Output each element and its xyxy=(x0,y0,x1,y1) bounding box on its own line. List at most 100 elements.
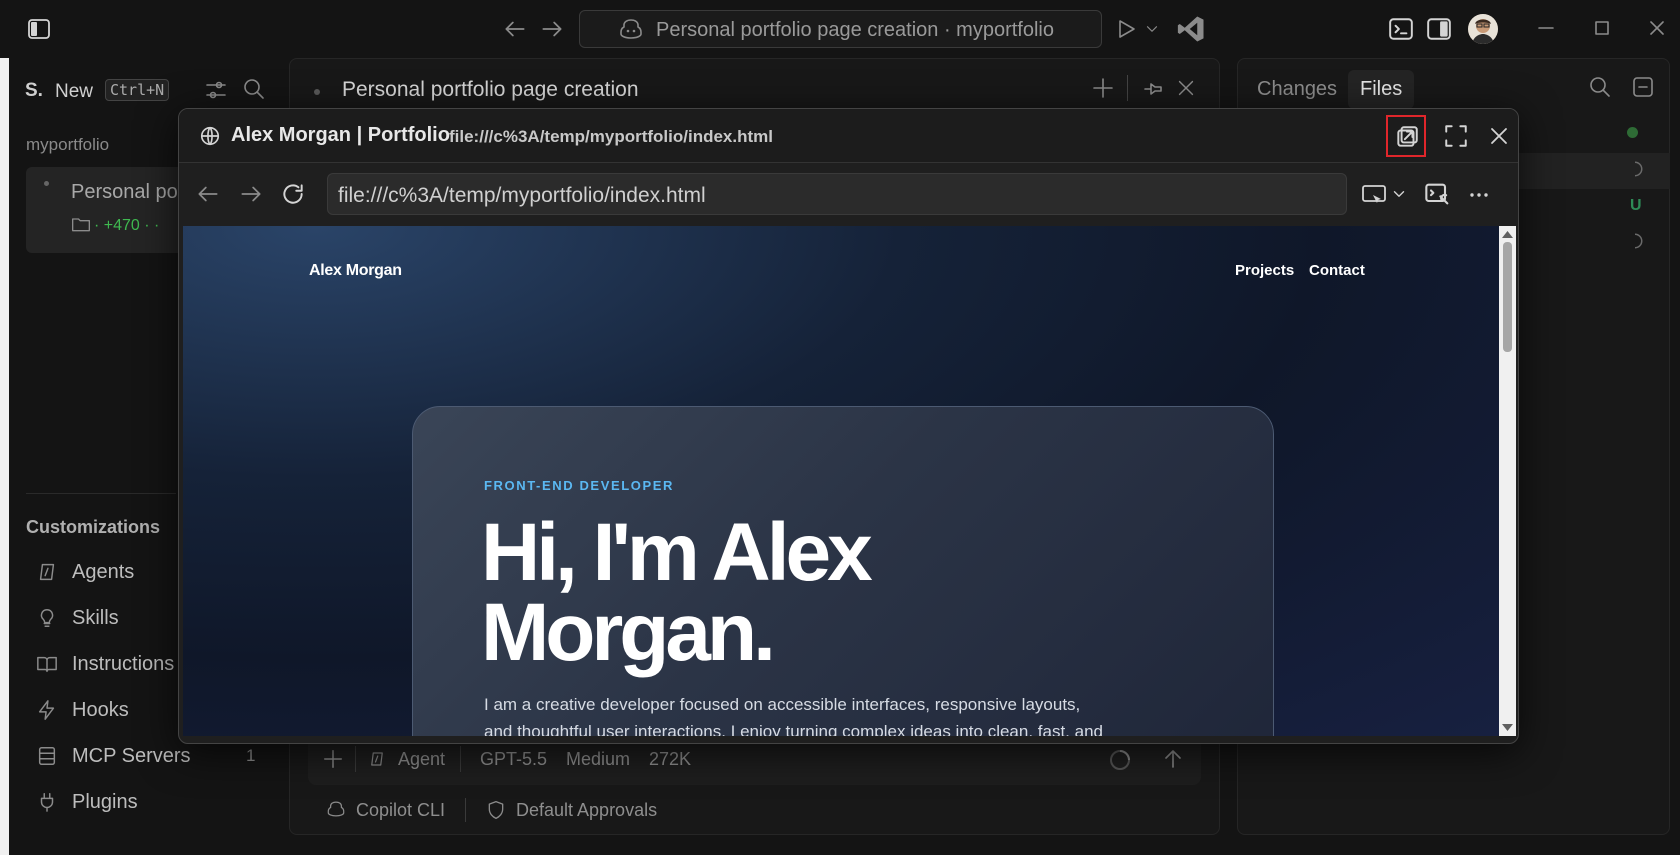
sessions-header: S. xyxy=(25,80,43,101)
customization-mcp-servers[interactable]: MCP Servers xyxy=(36,740,191,772)
untracked-badge: U xyxy=(1630,197,1642,214)
nav-projects-link[interactable]: Projects xyxy=(1235,262,1294,279)
address-bar[interactable]: file:///c%3A/temp/myportfolio/index.html xyxy=(327,173,1347,215)
customization-hooks[interactable]: Hooks xyxy=(36,694,129,726)
chat-title: Personal portfolio page creation xyxy=(342,78,639,101)
copilot-icon xyxy=(618,17,644,41)
fullscreen-icon[interactable] xyxy=(1443,123,1469,149)
tab-files[interactable]: Files xyxy=(1348,70,1415,109)
pin-icon[interactable] xyxy=(1142,77,1166,101)
open-in-editor-button[interactable] xyxy=(1386,115,1426,157)
back-arrow-icon[interactable] xyxy=(502,16,528,42)
plug-icon xyxy=(36,791,58,813)
open-external-icon xyxy=(1394,124,1420,150)
input-divider xyxy=(460,746,461,772)
send-arrow-icon[interactable] xyxy=(1161,747,1185,771)
collapse-panel-icon[interactable] xyxy=(1631,75,1655,99)
filter-icon[interactable] xyxy=(204,78,228,102)
customization-instructions[interactable]: Instructions xyxy=(36,648,174,680)
context-size: 272K xyxy=(649,749,692,769)
window-edge xyxy=(0,0,9,855)
new-session-button[interactable]: New Ctrl+N xyxy=(45,73,192,109)
footer-divider xyxy=(465,798,466,822)
tab-changes[interactable]: Changes xyxy=(1257,78,1337,101)
instructions-label: Instructions xyxy=(72,652,175,675)
avatar[interactable] xyxy=(1468,14,1498,44)
run-icon[interactable] xyxy=(1114,17,1138,41)
close-window-icon[interactable] xyxy=(1647,18,1667,38)
progress-spinner-icon xyxy=(1626,160,1644,178)
folder-icon xyxy=(71,215,91,233)
globe-icon xyxy=(199,125,221,147)
workspace-label: myportfolio xyxy=(26,135,110,154)
copilot-cli-icon xyxy=(326,799,346,819)
lightning-icon xyxy=(36,699,58,721)
new-session-label: New xyxy=(55,81,94,102)
customizations-label: Customizations xyxy=(26,517,161,537)
mcp-servers-label: MCP Servers xyxy=(72,744,191,767)
hooks-label: Hooks xyxy=(72,698,129,721)
default-approvals-label[interactable]: Default Approvals xyxy=(516,800,657,821)
model-picker[interactable]: GPT-5.5 xyxy=(480,749,547,770)
reload-icon[interactable] xyxy=(280,181,306,207)
browser-page-title: Alex Morgan | Portfolio xyxy=(231,124,450,146)
run-dropdown-chevron-icon[interactable] xyxy=(1143,20,1161,38)
agent-mode-icon xyxy=(368,750,386,768)
bulb-icon xyxy=(36,607,58,629)
hero-intro-line-1: I am a creative developer focused on acc… xyxy=(484,695,1081,714)
progress-spinner-icon xyxy=(1626,232,1644,250)
customization-agents[interactable]: Agents xyxy=(36,556,134,588)
cast-dropdown-chevron-icon[interactable] xyxy=(1390,185,1408,203)
nav-contact-link[interactable]: Contact xyxy=(1309,262,1365,279)
minimize-icon[interactable] xyxy=(1536,18,1556,38)
cast-icon[interactable] xyxy=(1361,181,1389,207)
input-divider xyxy=(355,746,356,772)
close-chat-icon[interactable] xyxy=(1175,77,1197,99)
browser-preview-window: Alex Morgan | Portfolio file:///c%3A/tem… xyxy=(178,108,1519,744)
maximize-icon[interactable] xyxy=(1592,18,1612,38)
toggle-secondary-sidebar-icon[interactable] xyxy=(1426,16,1452,42)
customization-skills[interactable]: Skills xyxy=(36,602,119,634)
hero-title-line-1: Hi, I'm Alex xyxy=(481,507,873,598)
close-preview-icon[interactable] xyxy=(1487,124,1511,148)
loading-spinner-icon xyxy=(1108,748,1132,772)
terminal-icon[interactable] xyxy=(1388,16,1414,42)
customization-plugins[interactable]: Plugins xyxy=(36,786,138,818)
command-center-label: Personal portfolio page creation · mypor… xyxy=(656,19,1054,41)
session-meta: · +470 · · xyxy=(94,217,160,234)
new-session-shortcut: Ctrl+N xyxy=(105,79,170,101)
copilot-cli-label[interactable]: Copilot CLI xyxy=(356,800,445,821)
attach-add-icon[interactable] xyxy=(322,748,344,770)
effort-picker[interactable]: Medium xyxy=(566,749,630,770)
plugins-label: Plugins xyxy=(72,790,138,813)
hero-card: FRONT-END DEVELOPER Hi, I'm Alex Morgan.… xyxy=(412,406,1274,736)
site-brand[interactable]: Alex Morgan xyxy=(309,262,402,280)
hero-title-line-2: Morgan. xyxy=(481,587,776,678)
agents-label: Agents xyxy=(72,560,135,583)
forward-arrow-icon[interactable] xyxy=(539,16,565,42)
scroll-down-icon[interactable] xyxy=(1501,723,1514,733)
shield-icon xyxy=(486,800,506,820)
vscode-icon[interactable] xyxy=(1176,14,1206,44)
browser-forward-icon[interactable] xyxy=(238,181,264,207)
agents-icon xyxy=(36,561,58,583)
session-status-dot xyxy=(44,181,49,186)
hero-intro-line-2: and thoughtful user interactions. I enjo… xyxy=(484,722,1103,736)
browser-back-icon[interactable] xyxy=(195,181,221,207)
mode-picker[interactable]: Agent xyxy=(398,749,445,770)
add-icon[interactable] xyxy=(1091,76,1115,100)
scroll-up-icon[interactable] xyxy=(1501,229,1514,239)
toolbar-divider xyxy=(1127,75,1128,101)
title-bar: Personal portfolio page creation · mypor… xyxy=(0,0,1680,58)
skills-label: Skills xyxy=(72,606,119,629)
search-icon[interactable] xyxy=(242,77,266,101)
toggle-sidebar-icon[interactable] xyxy=(27,17,51,41)
panel-search-icon[interactable] xyxy=(1588,75,1612,99)
more-options-icon[interactable] xyxy=(1467,183,1491,207)
divider xyxy=(26,493,176,494)
book-icon xyxy=(36,653,58,675)
devtools-icon[interactable] xyxy=(1424,180,1452,208)
hero-eyebrow: FRONT-END DEVELOPER xyxy=(484,478,675,493)
page-viewport: Alex Morgan Projects Contact FRONT-END D… xyxy=(183,226,1499,736)
scrollbar-thumb[interactable] xyxy=(1503,242,1512,352)
